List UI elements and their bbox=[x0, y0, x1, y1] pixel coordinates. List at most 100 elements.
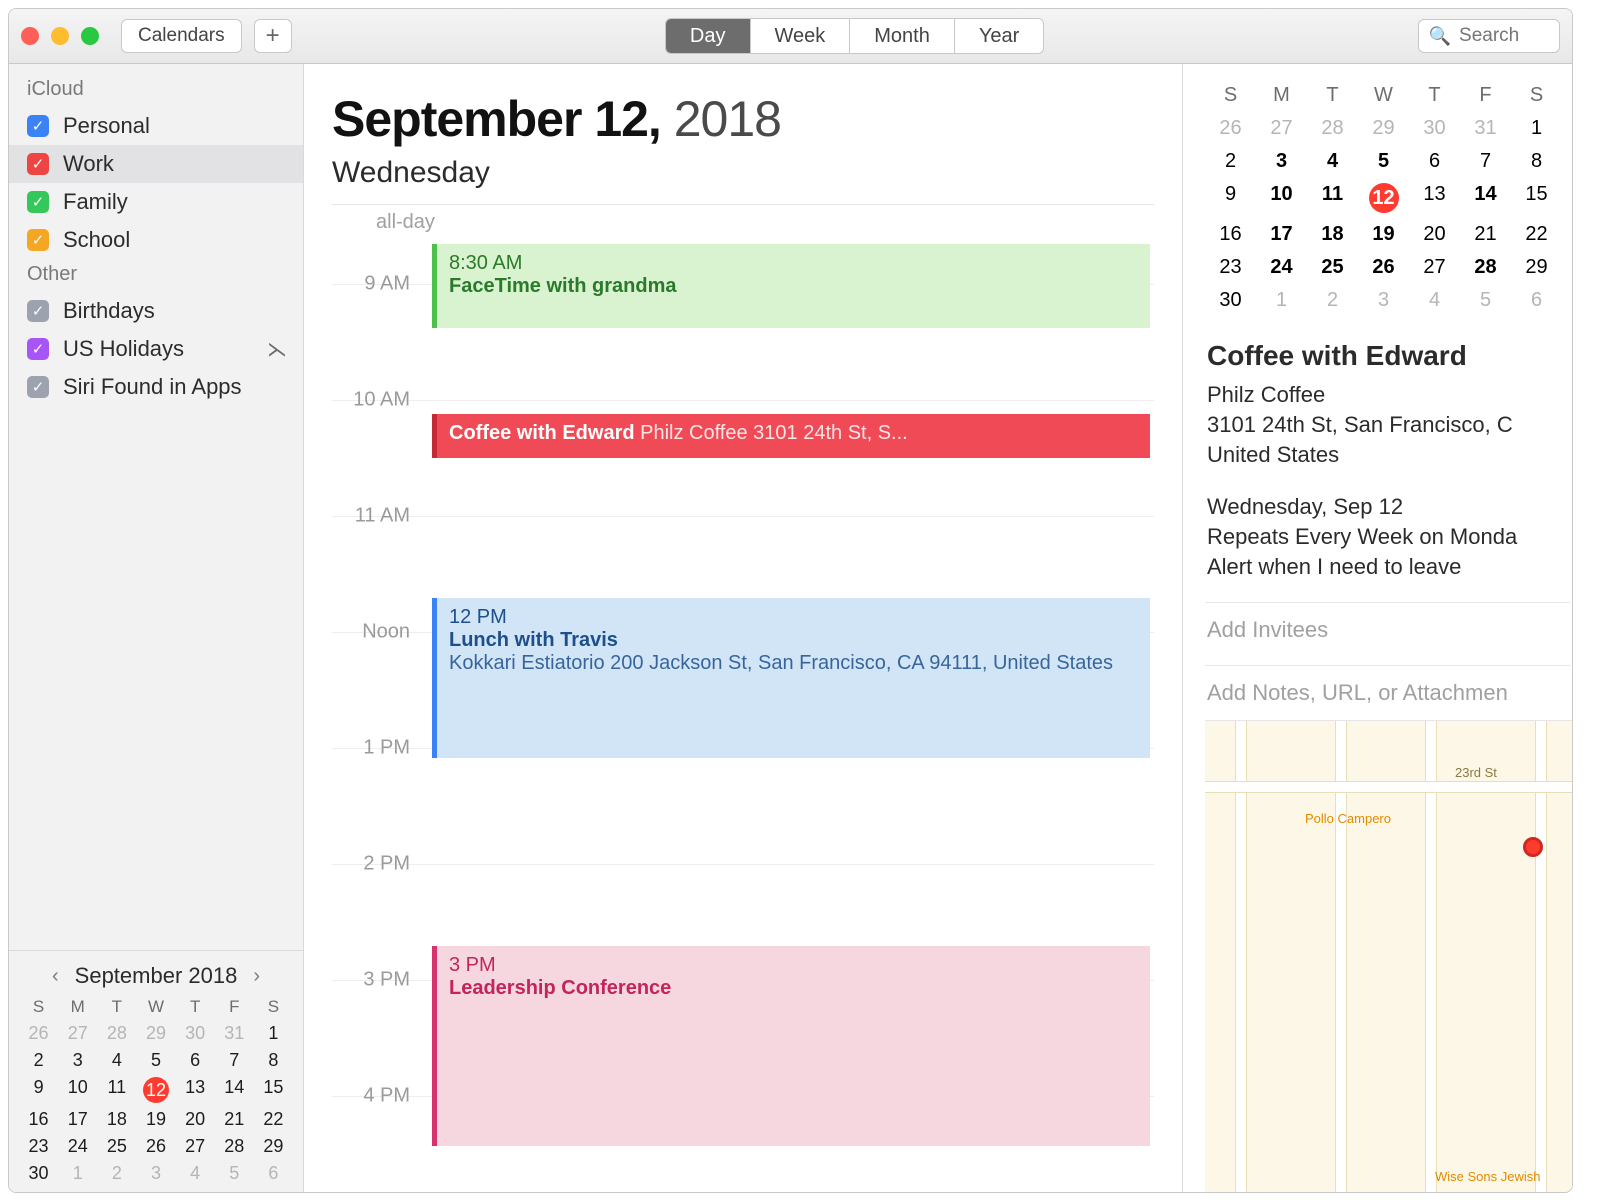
cal-day[interactable]: 21 bbox=[215, 1109, 254, 1130]
inspector-calendar[interactable]: SMTWTFS262728293031123456789101112131415… bbox=[1205, 84, 1572, 312]
cal-day[interactable]: 28 bbox=[1460, 256, 1511, 279]
cal-day[interactable]: 26 bbox=[1358, 256, 1409, 279]
cal-day[interactable]: 29 bbox=[1511, 256, 1562, 279]
cal-day[interactable]: 29 bbox=[1358, 117, 1409, 140]
cal-day[interactable]: 14 bbox=[1460, 183, 1511, 213]
cal-day[interactable]: 31 bbox=[1460, 117, 1511, 140]
cal-day[interactable]: 26 bbox=[19, 1023, 58, 1044]
checkbox-icon[interactable]: ✓ bbox=[27, 115, 49, 137]
cal-day[interactable]: 13 bbox=[176, 1077, 215, 1103]
sidebar-item-work[interactable]: ✓Work bbox=[9, 145, 303, 183]
cal-day[interactable]: 27 bbox=[1256, 117, 1307, 140]
cal-day[interactable]: 4 bbox=[97, 1050, 136, 1071]
cal-day[interactable]: 13 bbox=[1409, 183, 1460, 213]
cal-day[interactable]: 11 bbox=[97, 1077, 136, 1103]
cal-day[interactable]: 15 bbox=[1511, 183, 1562, 213]
event-repeat[interactable]: Repeats Every Week on Monda bbox=[1207, 524, 1570, 550]
tab-month[interactable]: Month bbox=[850, 19, 955, 53]
cal-day[interactable]: 6 bbox=[1409, 150, 1460, 173]
cal-day[interactable]: 31 bbox=[215, 1023, 254, 1044]
cal-day[interactable]: 2 bbox=[19, 1050, 58, 1071]
cal-day[interactable]: 28 bbox=[215, 1136, 254, 1157]
cal-day[interactable]: 24 bbox=[58, 1136, 97, 1157]
cal-day[interactable]: 5 bbox=[1358, 150, 1409, 173]
cal-day[interactable]: 1 bbox=[1256, 289, 1307, 312]
tab-week[interactable]: Week bbox=[751, 19, 851, 53]
cal-day[interactable]: 6 bbox=[176, 1050, 215, 1071]
cal-day[interactable]: 29 bbox=[136, 1023, 175, 1044]
zoom-icon[interactable] bbox=[81, 27, 99, 45]
cal-day[interactable]: 23 bbox=[1205, 256, 1256, 279]
cal-day[interactable]: 9 bbox=[19, 1077, 58, 1103]
cal-day[interactable]: 16 bbox=[19, 1109, 58, 1130]
checkbox-icon[interactable]: ✓ bbox=[27, 229, 49, 251]
cal-day[interactable]: 3 bbox=[1358, 289, 1409, 312]
cal-day[interactable]: 16 bbox=[1205, 223, 1256, 246]
cal-day[interactable]: 12 bbox=[1369, 183, 1399, 213]
cal-day[interactable]: 17 bbox=[1256, 223, 1307, 246]
event-block[interactable]: 8:30 AMFaceTime with grandma bbox=[432, 244, 1150, 328]
event-title[interactable]: Coffee with Edward bbox=[1207, 340, 1570, 372]
cal-day[interactable]: 3 bbox=[1256, 150, 1307, 173]
cal-day[interactable]: 7 bbox=[215, 1050, 254, 1071]
cal-day[interactable]: 18 bbox=[1307, 223, 1358, 246]
cal-day[interactable]: 2 bbox=[97, 1163, 136, 1184]
cal-day[interactable]: 30 bbox=[1409, 117, 1460, 140]
add-invitees-field[interactable]: Add Invitees bbox=[1207, 617, 1570, 643]
checkbox-icon[interactable]: ✓ bbox=[27, 153, 49, 175]
cal-day[interactable]: 11 bbox=[1307, 183, 1358, 213]
cal-day[interactable]: 28 bbox=[97, 1023, 136, 1044]
cal-day[interactable]: 19 bbox=[136, 1109, 175, 1130]
cal-day[interactable]: 27 bbox=[176, 1136, 215, 1157]
cal-day[interactable]: 27 bbox=[58, 1023, 97, 1044]
cal-day[interactable]: 3 bbox=[58, 1050, 97, 1071]
cal-day[interactable]: 4 bbox=[1307, 150, 1358, 173]
checkbox-icon[interactable]: ✓ bbox=[27, 300, 49, 322]
cal-day[interactable]: 7 bbox=[1460, 150, 1511, 173]
cal-day[interactable]: 25 bbox=[97, 1136, 136, 1157]
cal-day[interactable]: 28 bbox=[1307, 117, 1358, 140]
search-field[interactable]: 🔍 bbox=[1418, 19, 1560, 53]
search-input[interactable] bbox=[1459, 25, 1549, 47]
event-location[interactable]: Philz Coffee bbox=[1207, 382, 1570, 408]
cal-day[interactable]: 6 bbox=[1511, 289, 1562, 312]
cal-day[interactable]: 18 bbox=[97, 1109, 136, 1130]
mini-cal-grid[interactable]: SMTWTFS262728293031123456789101112131415… bbox=[19, 997, 293, 1184]
cal-day[interactable]: 10 bbox=[58, 1077, 97, 1103]
event-date[interactable]: Wednesday, Sep 12 bbox=[1207, 494, 1570, 520]
cal-day[interactable]: 1 bbox=[58, 1163, 97, 1184]
sidebar-item-birthdays[interactable]: ✓Birthdays bbox=[9, 292, 303, 330]
cal-day[interactable]: 5 bbox=[1460, 289, 1511, 312]
cal-day[interactable]: 1 bbox=[1511, 117, 1562, 140]
sidebar-item-siri-found-in-apps[interactable]: ✓Siri Found in Apps bbox=[9, 368, 303, 406]
cal-day[interactable]: 30 bbox=[19, 1163, 58, 1184]
checkbox-icon[interactable]: ✓ bbox=[27, 376, 49, 398]
cal-day[interactable]: 3 bbox=[136, 1163, 175, 1184]
cal-day[interactable]: 8 bbox=[1511, 150, 1562, 173]
next-month-button[interactable]: › bbox=[253, 965, 260, 988]
event-alert[interactable]: Alert when I need to leave bbox=[1207, 554, 1570, 580]
cal-day[interactable]: 22 bbox=[254, 1109, 293, 1130]
cal-day[interactable]: 14 bbox=[215, 1077, 254, 1103]
checkbox-icon[interactable]: ✓ bbox=[27, 338, 49, 360]
cal-day[interactable]: 2 bbox=[1205, 150, 1256, 173]
sidebar-item-school[interactable]: ✓School bbox=[9, 221, 303, 259]
cal-day[interactable]: 6 bbox=[254, 1163, 293, 1184]
cal-day[interactable]: 23 bbox=[19, 1136, 58, 1157]
event-block[interactable]: Coffee with Edward Philz Coffee 3101 24t… bbox=[432, 414, 1150, 458]
cal-day[interactable]: 27 bbox=[1409, 256, 1460, 279]
cal-day[interactable]: 21 bbox=[1460, 223, 1511, 246]
cal-day[interactable]: 15 bbox=[254, 1077, 293, 1103]
event-block[interactable]: 3 PMLeadership Conference bbox=[432, 946, 1150, 1146]
cal-day[interactable]: 20 bbox=[1409, 223, 1460, 246]
cal-day[interactable]: 8 bbox=[254, 1050, 293, 1071]
close-icon[interactable] bbox=[21, 27, 39, 45]
time-grid[interactable]: 9 AM10 AM11 AMNoon1 PM2 PM3 PM4 PM8:30 A… bbox=[332, 244, 1154, 1192]
cal-day[interactable]: 24 bbox=[1256, 256, 1307, 279]
cal-day[interactable]: 20 bbox=[176, 1109, 215, 1130]
sidebar-item-us-holidays[interactable]: ✓US Holidays⋋ bbox=[9, 330, 303, 368]
minimize-icon[interactable] bbox=[51, 27, 69, 45]
add-event-button[interactable]: + bbox=[254, 19, 292, 53]
cal-day[interactable]: 26 bbox=[1205, 117, 1256, 140]
tab-year[interactable]: Year bbox=[955, 19, 1043, 53]
